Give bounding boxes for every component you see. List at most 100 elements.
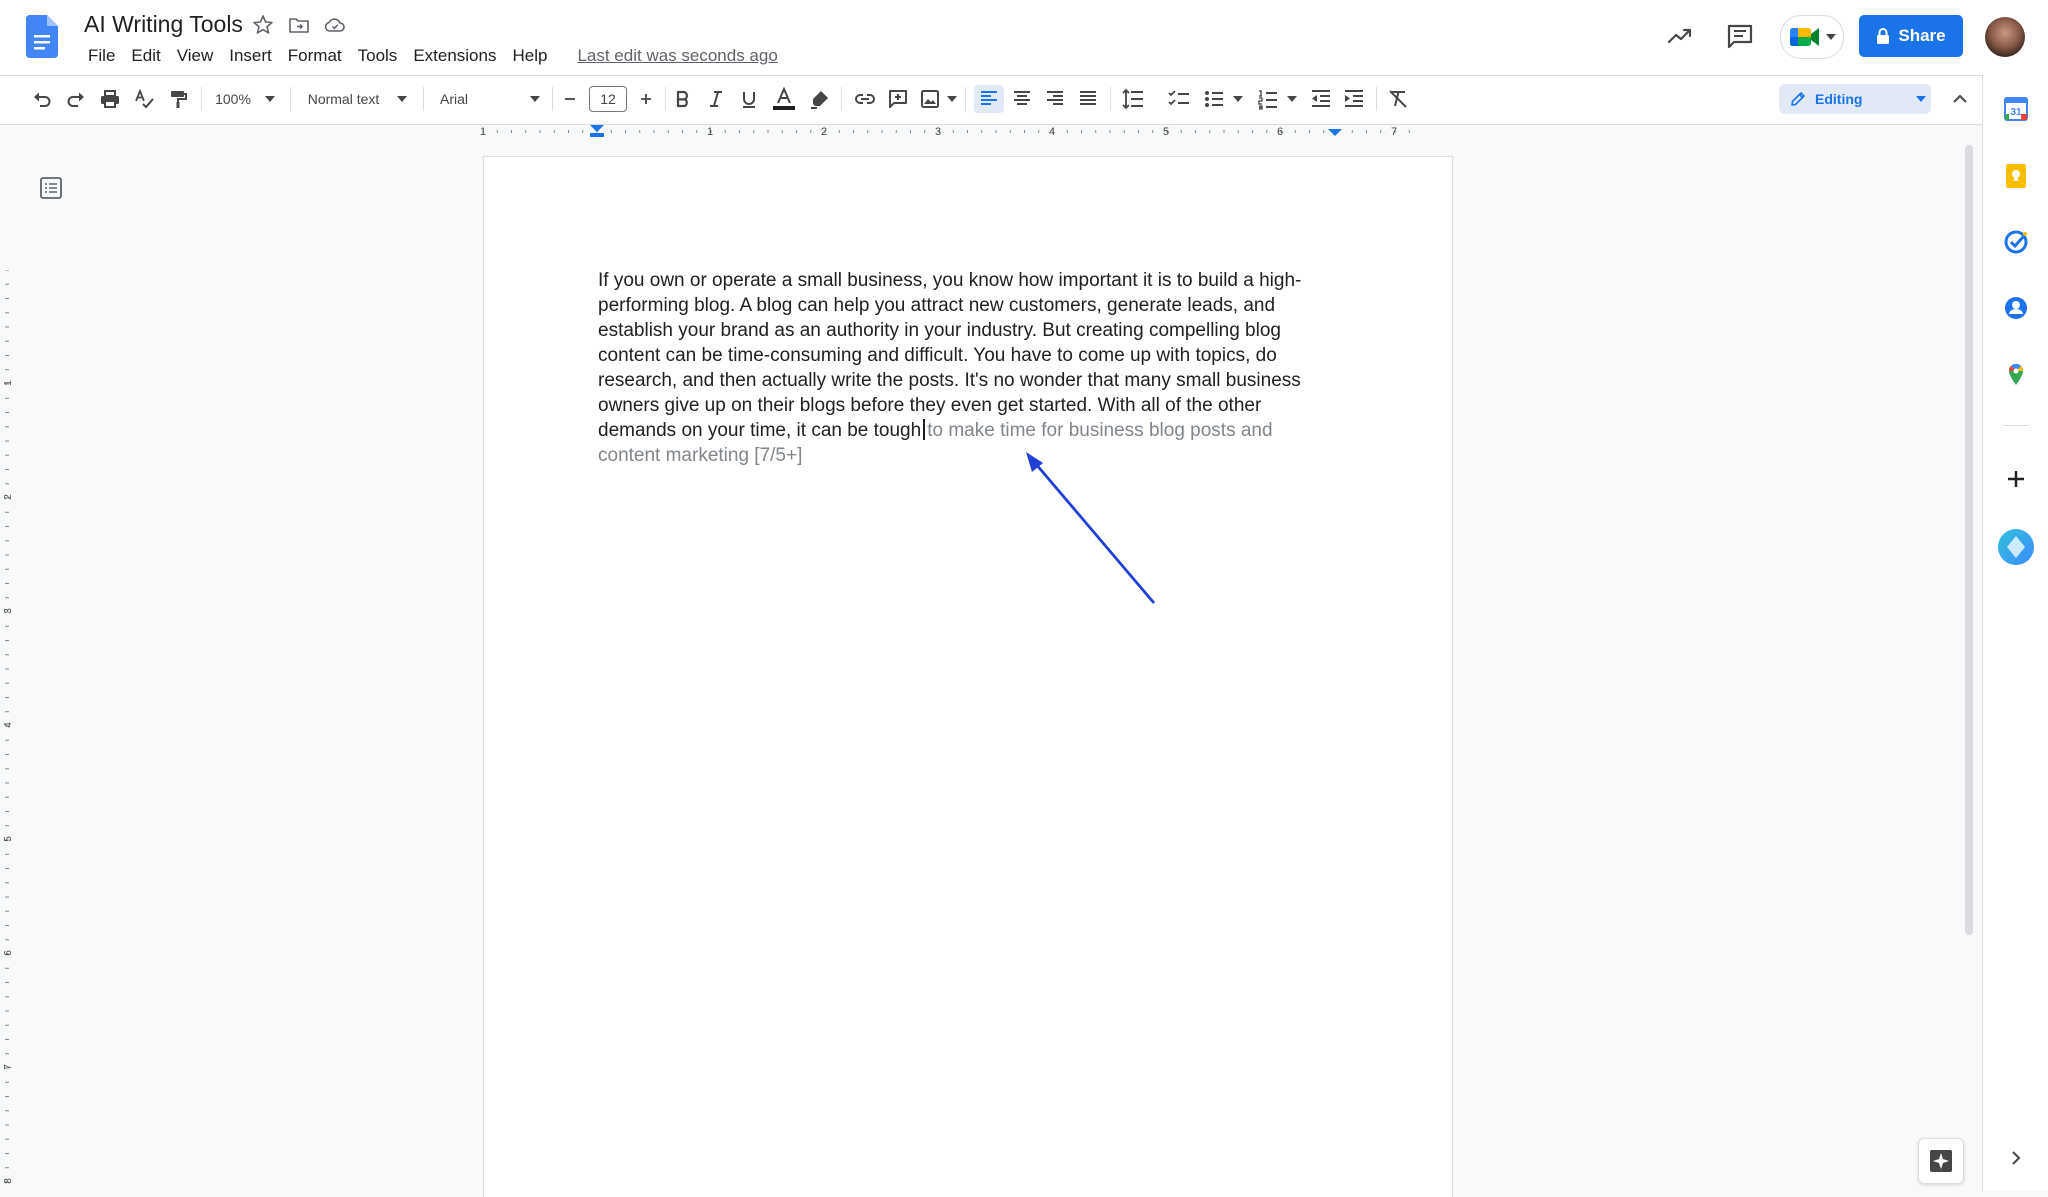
increase-font-size-button[interactable] [634, 85, 658, 113]
chevron-down-icon [530, 96, 541, 102]
toolbar-divider [290, 87, 291, 111]
add-comment-icon [889, 90, 907, 108]
insert-comment-button[interactable] [884, 85, 912, 113]
font-size-input[interactable]: 12 [589, 85, 627, 113]
decrease-indent-icon [1312, 90, 1330, 107]
spellcheck-button[interactable] [130, 85, 158, 113]
zoom-select[interactable]: 100% [210, 85, 280, 113]
toolbar-divider [1110, 87, 1111, 111]
cloud-saved-icon[interactable] [323, 13, 347, 37]
explore-button[interactable] [1918, 1138, 1964, 1184]
align-center-button[interactable] [1007, 85, 1037, 113]
bulleted-list-button[interactable] [1200, 85, 1246, 113]
highlight-color-button[interactable] [806, 85, 834, 113]
document-title[interactable]: AI Writing Tools [84, 11, 243, 38]
text-color-button[interactable] [769, 85, 799, 113]
font-value: Arial [440, 91, 469, 107]
contacts-icon[interactable] [2003, 295, 2029, 321]
ruler-label: 5 [3, 836, 14, 842]
menu-help[interactable]: Help [504, 45, 555, 67]
undo-icon [34, 92, 51, 107]
share-button[interactable]: Share [1859, 15, 1963, 57]
meet-icon [1790, 28, 1819, 46]
menu-file[interactable]: File [80, 45, 123, 67]
star-icon[interactable] [251, 13, 275, 37]
line-spacing-button[interactable] [1118, 85, 1148, 113]
maps-icon[interactable] [2003, 361, 2029, 387]
align-left-button[interactable] [974, 85, 1004, 113]
align-left-icon [981, 91, 997, 105]
menu-edit[interactable]: Edit [123, 45, 168, 67]
toolbar-divider [841, 87, 842, 111]
ruler-label: 7 [3, 1064, 14, 1070]
toolbar-divider [1376, 87, 1377, 111]
horizontal-ruler[interactable]: 1 1 2 3 4 5 6 7 [470, 123, 1455, 139]
first-line-indent-marker[interactable] [590, 125, 604, 132]
keep-icon[interactable] [2003, 163, 2029, 189]
font-size-value[interactable]: 12 [589, 86, 627, 112]
vertical-ruler[interactable]: 1 2 3 4 5 6 7 8 [0, 270, 14, 1190]
comment-icon[interactable] [1725, 21, 1755, 51]
toolbar-divider [423, 87, 424, 111]
docs-logo-icon[interactable] [26, 15, 58, 58]
spellcheck-icon [135, 88, 154, 109]
chevron-down-icon [1287, 96, 1297, 102]
move-folder-icon[interactable] [287, 13, 311, 37]
decrease-indent-button[interactable] [1306, 85, 1336, 113]
increase-indent-button[interactable] [1339, 85, 1369, 113]
plus-icon [641, 94, 651, 104]
print-button[interactable] [96, 85, 124, 113]
ruler-label: 1 [707, 126, 713, 138]
add-icon[interactable] [2003, 466, 2029, 492]
undo-button[interactable] [28, 85, 56, 113]
toolbar-divider [201, 87, 202, 111]
paragraph-style-select[interactable]: Normal text [300, 85, 415, 113]
redo-button[interactable] [62, 85, 90, 113]
vertical-scrollbar[interactable] [1965, 145, 1973, 935]
italic-button[interactable] [703, 85, 729, 113]
lock-icon [1877, 28, 1890, 44]
clear-formatting-button[interactable] [1383, 85, 1413, 113]
meet-button[interactable] [1780, 15, 1844, 59]
underline-button[interactable] [736, 85, 762, 113]
image-icon [921, 90, 939, 108]
document-body[interactable]: If you own or operate a small business, … [598, 268, 1338, 468]
chevron-up-icon [1953, 94, 1967, 103]
numbered-list-button[interactable] [1254, 85, 1300, 113]
tasks-icon[interactable] [2003, 229, 2029, 255]
activity-trend-icon[interactable] [1665, 21, 1695, 51]
assistant-icon[interactable] [1996, 527, 2036, 567]
menu-extensions[interactable]: Extensions [405, 45, 504, 67]
font-select[interactable]: Arial [434, 85, 546, 113]
document-outline-icon[interactable] [38, 175, 64, 201]
redo-icon [67, 92, 84, 107]
document-page[interactable]: If you own or operate a small business, … [484, 157, 1452, 1197]
toolbar-divider [552, 87, 553, 111]
insert-link-button[interactable] [851, 85, 879, 113]
justify-button[interactable] [1073, 85, 1103, 113]
menu-tools[interactable]: Tools [350, 45, 406, 67]
bold-button[interactable] [670, 85, 696, 113]
checklist-button[interactable] [1164, 85, 1194, 113]
menu-view[interactable]: View [169, 45, 222, 67]
calendar-icon[interactable]: 31 [2003, 96, 2029, 122]
align-right-button[interactable] [1040, 85, 1070, 113]
menu-insert[interactable]: Insert [221, 45, 280, 67]
right-indent-marker[interactable] [1328, 129, 1342, 136]
editing-mode-select[interactable]: Editing [1779, 84, 1931, 114]
menu-format[interactable]: Format [280, 45, 350, 67]
hide-menus-button[interactable] [1948, 85, 1972, 113]
toolbar-divider [665, 87, 666, 111]
insert-image-button[interactable] [918, 85, 958, 113]
ruler-label: 2 [821, 126, 827, 138]
avatar[interactable] [1985, 17, 2025, 57]
chevron-down-icon [1826, 34, 1836, 40]
bold-icon [676, 90, 688, 108]
ruler-label: 3 [935, 126, 941, 138]
chevron-right-icon[interactable] [2006, 1148, 2026, 1168]
paint-format-button[interactable] [164, 85, 192, 113]
decrease-font-size-button[interactable] [558, 85, 582, 113]
left-indent-marker[interactable] [590, 133, 604, 137]
editing-mode-label: Editing [1815, 91, 1863, 107]
last-edit-link[interactable]: Last edit was seconds ago [569, 45, 785, 67]
